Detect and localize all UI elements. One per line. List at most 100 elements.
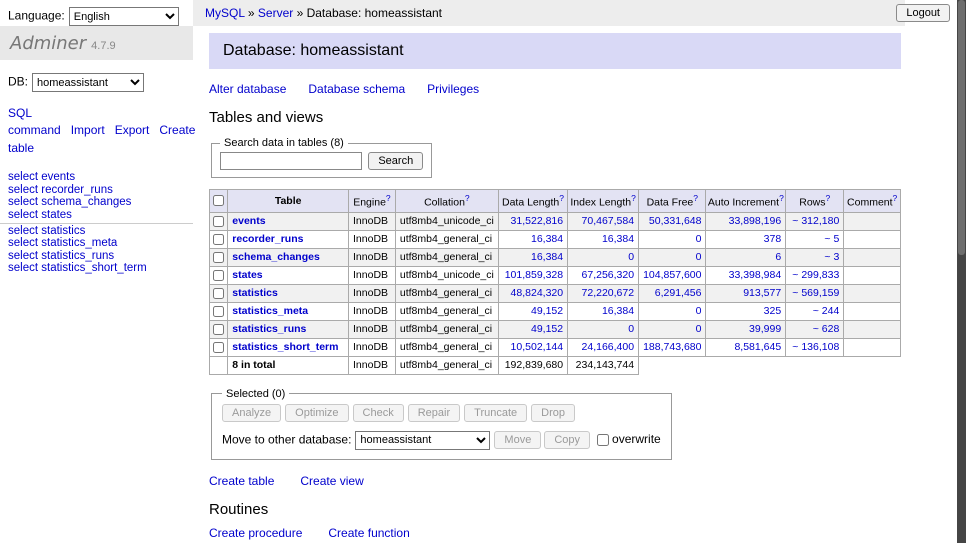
data-free-link-recorder-runs[interactable]: 0 [696, 233, 702, 245]
sidebar-table-statistics-runs[interactable]: statistics_runs [41, 250, 114, 262]
analyze-button[interactable]: Analyze [222, 404, 281, 422]
truncate-button[interactable]: Truncate [464, 404, 527, 422]
rows-link-schema-changes[interactable]: ~ 3 [824, 251, 839, 263]
data-length-link-events[interactable]: 31,522,816 [511, 215, 564, 227]
link-create-procedure[interactable]: Create procedure [209, 526, 302, 540]
rows-link-statistics[interactable]: ~ 569,159 [792, 287, 839, 299]
breadcrumb-server[interactable]: Server [258, 6, 293, 20]
table-link-statistics-runs[interactable]: statistics_runs [232, 323, 306, 335]
sidebar-select-statistics[interactable]: select [8, 225, 38, 237]
logout-button[interactable]: Logout [896, 4, 950, 22]
index-length-link-events[interactable]: 70,467,584 [582, 215, 635, 227]
sidebar-select-statistics-meta[interactable]: select [8, 237, 38, 249]
index-length-link-schema-changes[interactable]: 0 [628, 251, 634, 263]
sidebar-table-recorder-runs[interactable]: recorder_runs [41, 184, 113, 196]
help-link[interactable]: ? [693, 193, 698, 203]
search-input[interactable] [220, 152, 362, 170]
rows-link-states[interactable]: ~ 299,833 [792, 269, 839, 281]
sidebar-table-events[interactable]: events [41, 171, 75, 183]
row-checkbox-statistics-short-term[interactable] [213, 342, 224, 353]
sidebar-select-statistics-runs[interactable]: select [8, 250, 38, 262]
help-link[interactable]: ? [779, 193, 784, 203]
data-length-link-recorder-runs[interactable]: 16,384 [531, 233, 563, 245]
auto-increment-link-schema-changes[interactable]: 6 [775, 251, 781, 263]
copy-button[interactable]: Copy [544, 431, 590, 449]
vertical-scrollbar[interactable] [957, 0, 966, 543]
table-link-states[interactable]: states [232, 269, 262, 281]
sidebar-select-recorder-runs[interactable]: select [8, 184, 38, 196]
sidebar-select-statistics-short-term[interactable]: select [8, 262, 38, 274]
sidebar-table-schema-changes[interactable]: schema_changes [41, 196, 131, 208]
data-free-link-statistics[interactable]: 6,291,456 [655, 287, 702, 299]
rows-link-statistics-short-term[interactable]: ~ 136,108 [792, 341, 839, 353]
sidebar-table-statistics[interactable]: statistics [41, 225, 85, 237]
data-length-link-schema-changes[interactable]: 16,384 [531, 251, 563, 263]
sidebar-select-states[interactable]: select [8, 209, 38, 221]
data-length-link-statistics[interactable]: 48,824,320 [511, 287, 564, 299]
sidebar-table-statistics-short-term[interactable]: statistics_short_term [41, 262, 146, 274]
search-button[interactable]: Search [368, 152, 423, 170]
table-link-events[interactable]: events [232, 215, 265, 227]
auto-increment-link-statistics[interactable]: 913,577 [743, 287, 781, 299]
scrollbar-thumb[interactable] [958, 0, 965, 255]
auto-increment-link-states[interactable]: 33,398,984 [729, 269, 782, 281]
sidebar-select-events[interactable]: select [8, 171, 38, 183]
help-link[interactable]: ? [559, 193, 564, 203]
row-checkbox-statistics[interactable] [213, 288, 224, 299]
row-checkbox-states[interactable] [213, 270, 224, 281]
sidebar-link-sql-command[interactable]: SQL command [8, 106, 61, 137]
db-select[interactable]: homeassistant [32, 73, 144, 92]
repair-button[interactable]: Repair [408, 404, 460, 422]
table-link-schema-changes[interactable]: schema_changes [232, 251, 320, 263]
move-button[interactable]: Move [494, 431, 541, 449]
index-length-link-recorder-runs[interactable]: 16,384 [602, 233, 634, 245]
index-length-link-statistics-short-term[interactable]: 24,166,400 [582, 341, 635, 353]
help-link[interactable]: ? [826, 193, 831, 203]
data-length-link-statistics-runs[interactable]: 49,152 [531, 323, 563, 335]
table-link-statistics-short-term[interactable]: statistics_short_term [232, 341, 338, 353]
data-free-link-events[interactable]: 50,331,648 [649, 215, 702, 227]
data-free-link-statistics-runs[interactable]: 0 [696, 323, 702, 335]
sidebar-table-states[interactable]: states [41, 209, 72, 221]
rows-link-statistics-meta[interactable]: ~ 244 [813, 305, 840, 317]
action-privileges[interactable]: Privileges [427, 82, 479, 96]
row-checkbox-recorder-runs[interactable] [213, 234, 224, 245]
move-db-select[interactable]: homeassistant [355, 431, 490, 450]
link-create-view[interactable]: Create view [300, 474, 363, 488]
row-checkbox-statistics-meta[interactable] [213, 306, 224, 317]
link-create-table[interactable]: Create table [209, 474, 274, 488]
row-checkbox-statistics-runs[interactable] [213, 324, 224, 335]
auto-increment-link-statistics-meta[interactable]: 325 [764, 305, 782, 317]
help-link[interactable]: ? [465, 193, 470, 203]
data-length-link-states[interactable]: 101,859,328 [505, 269, 563, 281]
sidebar-link-export[interactable]: Export [115, 123, 150, 137]
index-length-link-states[interactable]: 67,256,320 [582, 269, 635, 281]
table-link-recorder-runs[interactable]: recorder_runs [232, 233, 303, 245]
app-name[interactable]: Adminer [10, 33, 86, 54]
index-length-link-statistics-meta[interactable]: 16,384 [602, 305, 634, 317]
check-button[interactable]: Check [353, 404, 404, 422]
drop-button[interactable]: Drop [531, 404, 575, 422]
data-length-link-statistics-meta[interactable]: 49,152 [531, 305, 563, 317]
auto-increment-link-recorder-runs[interactable]: 378 [764, 233, 782, 245]
rows-link-recorder-runs[interactable]: ~ 5 [824, 233, 839, 245]
help-link[interactable]: ? [386, 193, 391, 203]
optimize-button[interactable]: Optimize [285, 404, 348, 422]
rows-link-events[interactable]: ~ 312,180 [792, 215, 839, 227]
help-link[interactable]: ? [893, 193, 898, 203]
overwrite-checkbox[interactable] [597, 434, 609, 446]
data-free-link-schema-changes[interactable]: 0 [696, 251, 702, 263]
table-link-statistics-meta[interactable]: statistics_meta [232, 305, 308, 317]
sidebar-select-schema-changes[interactable]: select [8, 196, 38, 208]
rows-link-statistics-runs[interactable]: ~ 628 [813, 323, 840, 335]
index-length-link-statistics[interactable]: 72,220,672 [582, 287, 635, 299]
data-free-link-statistics-meta[interactable]: 0 [696, 305, 702, 317]
data-free-link-statistics-short-term[interactable]: 188,743,680 [643, 341, 701, 353]
row-checkbox-schema-changes[interactable] [213, 252, 224, 263]
auto-increment-link-events[interactable]: 33,898,196 [729, 215, 782, 227]
breadcrumb-mysql[interactable]: MySQL [205, 6, 245, 20]
action-alter-database[interactable]: Alter database [209, 82, 286, 96]
select-all-checkbox[interactable] [213, 195, 224, 206]
sidebar-link-import[interactable]: Import [71, 123, 105, 137]
data-free-link-states[interactable]: 104,857,600 [643, 269, 701, 281]
